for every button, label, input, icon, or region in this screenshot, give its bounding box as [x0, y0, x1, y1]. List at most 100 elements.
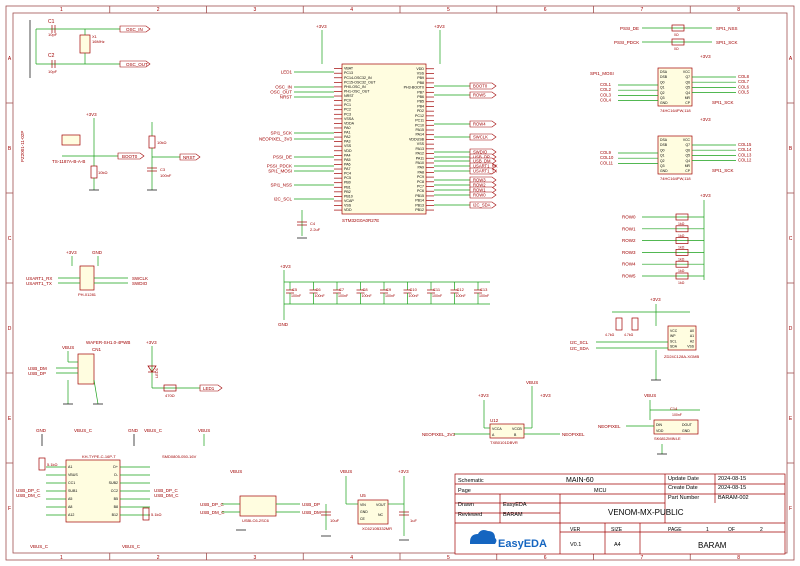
c2-value: 10pF	[48, 69, 58, 74]
typec-pin-left: A5	[68, 497, 72, 501]
decoupling-power: +3V3	[280, 264, 291, 269]
rows-section: +3V3 ROW0 1kΩ ROW1 1kΩ ROW2 1kΩ ROW3 1kΩ ROW4 1kΩ…	[622, 193, 711, 285]
decap-value: 100nF	[291, 294, 302, 298]
mcu-pin-left: PH1-OSC_OUT	[344, 89, 370, 93]
sr-pin-right: MR	[685, 96, 691, 100]
mcu-pin-right: PD2	[417, 109, 424, 113]
shift-reg-1-name: 74HC164PW,118	[660, 108, 691, 113]
c1-value: 10pF	[48, 32, 58, 37]
neopixel-section: VBUS C14 100nF DIN VDD DOUT GND SK6812MI…	[598, 393, 700, 455]
led-ref: LED1	[154, 367, 159, 378]
sr-pin-right: Q5	[685, 86, 690, 90]
np-pin-din: DIN	[656, 423, 663, 427]
sr-pin-left: Q2	[660, 91, 665, 95]
mcu-pin-right: PB15	[415, 194, 424, 198]
mcu-pin-right: PB9	[417, 76, 424, 80]
usb-wafer-connector	[77, 353, 95, 385]
net-typec-dm-left: USB_DM_C	[16, 493, 41, 498]
mcu-pin-right: PB12	[415, 208, 424, 212]
title-block: Schematic MAIN-60 Page MCU Update Date 2…	[454, 473, 786, 555]
mcu-pin-right: PB6	[417, 95, 424, 99]
mcu-pin-right: PA8	[417, 170, 424, 174]
fuse-vbus: VBUS	[198, 428, 210, 433]
tb-reviewed-value: BARAM	[503, 512, 523, 518]
mcu-net-right: ROW5	[473, 93, 486, 98]
typec-pin-left: CC1	[68, 481, 75, 485]
boot-section: +3V3 PZ2001-11-02P TS-1187A-B-A-B BOOT0 …	[20, 112, 145, 191]
tb-size-value: A4	[614, 542, 621, 548]
net-eeprom-sda: I2C_SDA	[570, 346, 589, 351]
mcu-pin-left: VSSA	[344, 117, 354, 121]
typec-section: VBUS_C VBUS_C GND GND VBUS SMD0805-050-1…	[16, 428, 210, 549]
reset-section: 10kΩ NRST C3 100nF	[147, 122, 201, 191]
mcu-pin-left: PB10	[344, 194, 353, 198]
decap-value: 100nF	[315, 294, 326, 298]
ls-pin-vccb: VCCB	[512, 427, 522, 431]
eeprom-name: ZD24C128A-XGMB	[664, 354, 699, 359]
mcu-pin-right: PC12	[415, 114, 424, 118]
mcu-pin-right: PC8	[417, 180, 424, 184]
tb-pagenum-label: PAGE	[668, 527, 682, 533]
tb-create-label: Create Date	[668, 485, 698, 491]
sr-pin-left: Q1	[660, 154, 665, 158]
row-resistor: 1kΩ	[678, 246, 685, 250]
tb-company: BARAM	[698, 541, 727, 550]
col-mark: 7	[640, 7, 643, 13]
typec-pin-left: A1	[68, 465, 72, 469]
mcu-pin-left: NRST	[344, 94, 355, 98]
net-swd-dio: SWDIO	[132, 281, 148, 286]
net-spi-nss: SPI1_NSS	[716, 26, 738, 31]
sr-pin-right: Q5	[685, 154, 690, 158]
led-section: +3V3 LED1 470Ω LED1	[146, 340, 223, 398]
mcu-pin-right: PC11	[415, 119, 424, 123]
led-resistor: 470Ω	[165, 393, 175, 398]
decoupling-section: +3V3 C5 100nF C6 100nF C7 100nF C8 100nF C9 100nF…	[278, 264, 490, 327]
row-net: ROW0	[622, 215, 636, 220]
c4-ref: C4	[310, 221, 316, 226]
tb-reviewed-label: Reviewed	[458, 512, 482, 518]
mcu-pin-right: PA11	[416, 156, 424, 160]
col-mark: 8	[737, 7, 740, 13]
mcu-pin-right: PH3-BOOT0	[404, 86, 424, 90]
tb-page-label: Page	[458, 488, 471, 494]
mcu-net-right: ROW0	[473, 193, 486, 198]
sr-pin-left: DSA	[660, 70, 668, 74]
decap-value: 100nF	[338, 294, 349, 298]
mcu-pin-left: VBAT	[344, 67, 354, 71]
typec-pin-left: A12	[68, 513, 74, 517]
net-np-in: NEOPIXEL	[598, 424, 621, 429]
typec-pin-right: D+	[113, 465, 118, 469]
col-mark: 5	[447, 555, 450, 561]
sr-pin-left: Q3	[660, 96, 665, 100]
sr-pin-left: Q1	[660, 86, 665, 90]
mcu-pin-right: PB7	[417, 90, 424, 94]
mcu-pin-right: VSS	[417, 71, 425, 75]
shift-reg-section: +3V3 74HC164PW,118 DSADSBQ0Q1Q2Q3GNDVCCQ…	[590, 54, 752, 181]
sr2-sck: SPI1_SCK	[712, 168, 734, 173]
sr-pin-left: GND	[660, 169, 668, 173]
net-esd-dp: USB_DP	[302, 502, 320, 507]
c1-ref: C1	[48, 19, 55, 25]
sr-pin-right: Q6	[685, 80, 690, 84]
spi-links-section: PSSI_DE PSSI_PDCK SPI1_NSS SPI1_SCK 0Ω 0…	[614, 24, 738, 51]
mcu-pin-left: PB2	[344, 190, 351, 194]
mcu-pin-left: PC14-OSC32_IN	[344, 76, 372, 80]
mcu-pin-right: PB14	[415, 199, 424, 203]
eeprom-pin-left: SDA	[670, 345, 678, 349]
eeprom-pin-left: SCL	[670, 339, 677, 343]
tb-drawn-label: Drawn	[458, 502, 474, 508]
row-net: ROW5	[622, 274, 636, 279]
boot-power: +3V3	[86, 112, 97, 117]
usb-wafer-vbus: VBUS	[62, 345, 74, 350]
reset-resistor: 10kΩ	[157, 140, 166, 145]
boot-switch-name: TS-1187A-B-A-B	[52, 159, 85, 164]
sr-pin-right: CP	[685, 101, 690, 105]
net-led1: LED1	[203, 386, 215, 391]
decap-value: 100nF	[409, 294, 420, 298]
typec-pin-right: CC2	[111, 489, 118, 493]
mcu-pin-right: PC7	[417, 185, 424, 189]
level-shift-section: +3V3 VBUS +3V3 U12 VCCA A VCCB B TXB0101…	[422, 380, 585, 445]
tb-update-label: Update Date	[668, 476, 699, 482]
row-mark: B	[8, 146, 12, 152]
decap-ref: C6	[316, 287, 322, 292]
